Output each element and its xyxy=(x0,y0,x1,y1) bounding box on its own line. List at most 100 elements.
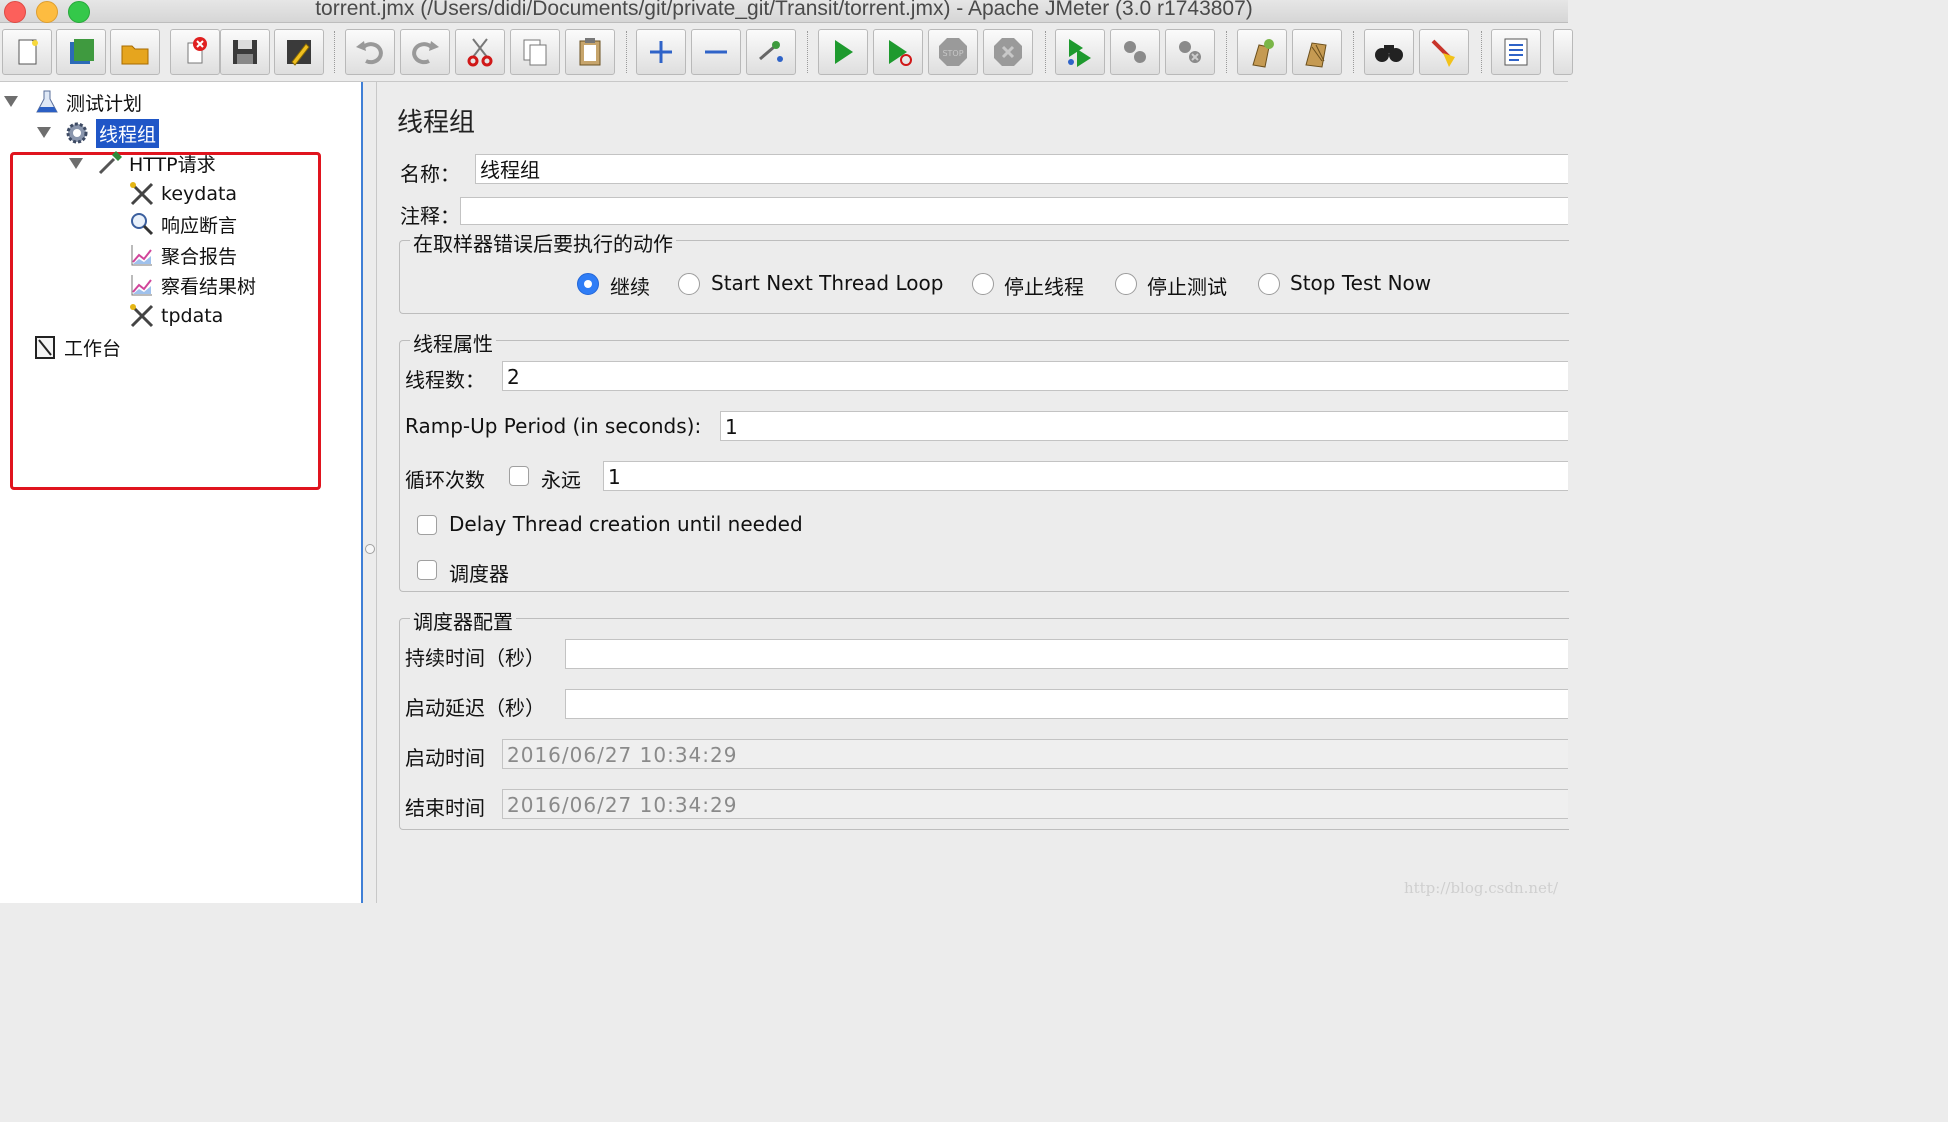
tree-label: keydata xyxy=(161,183,238,205)
radio-stop-thread-label: 停止线程 xyxy=(1004,275,1084,299)
tools-icon xyxy=(127,302,157,330)
radio-stop-test-label: 停止测试 xyxy=(1147,275,1227,299)
thread-properties-title: 线程属性 xyxy=(410,328,496,357)
name-field[interactable]: 线程组 xyxy=(475,154,1568,184)
delay-thread-creation-label: Delay Thread creation until needed xyxy=(449,512,803,536)
expand-arrow-thread-group[interactable] xyxy=(37,127,51,138)
radio-stop-test-now[interactable] xyxy=(1258,273,1280,295)
cut-icon xyxy=(467,38,493,67)
start-no-pause-icon xyxy=(889,40,912,66)
shutdown-icon xyxy=(994,38,1022,66)
close-button[interactable] xyxy=(170,29,220,75)
tree-item-keydata[interactable]: keydata xyxy=(127,180,237,208)
open-button[interactable] xyxy=(110,29,160,75)
start-button[interactable] xyxy=(818,29,868,75)
expand-arrow-test-plan[interactable] xyxy=(4,96,18,107)
clear-icon xyxy=(1252,39,1274,68)
remote-start-all-icon xyxy=(1124,41,1146,63)
watermark: http://blog.csdn.net/ xyxy=(1403,879,1558,897)
save-as-button[interactable] xyxy=(274,29,324,75)
tree-label: 察看结果树 xyxy=(161,275,257,298)
tree-item-view-results-tree[interactable]: 察看结果树 xyxy=(127,271,256,299)
collapse-all-button[interactable] xyxy=(691,29,741,75)
tree-item-tpdata[interactable]: tpdata xyxy=(127,302,223,330)
collapse-icon xyxy=(705,50,727,54)
tree-item-test-plan[interactable]: 测试计划 xyxy=(32,88,142,116)
tree-item-aggregate-report[interactable]: 聚合报告 xyxy=(127,241,237,269)
start-time-field[interactable]: 2016/06/27 10:34:29 xyxy=(502,739,1568,769)
radio-continue-label: 继续 xyxy=(610,275,650,299)
undo-icon xyxy=(356,41,383,65)
startup-delay-field[interactable] xyxy=(565,689,1568,719)
cut-button[interactable] xyxy=(455,29,505,75)
comment-label: 注释： xyxy=(400,204,460,228)
comment-field[interactable] xyxy=(460,197,1568,225)
clear-button[interactable] xyxy=(1237,29,1287,75)
test-plan-tree: 测试计划 线程组 HTTP请求 keydata 响应断言 聚合报告 察看结果树 … xyxy=(0,82,363,903)
redo-button[interactable] xyxy=(400,29,450,75)
toolbar: STOP xyxy=(0,23,1573,82)
expand-all-button[interactable] xyxy=(636,29,686,75)
clear-all-button[interactable] xyxy=(1292,29,1342,75)
new-button[interactable] xyxy=(2,29,52,75)
divider-handle[interactable] xyxy=(365,544,375,554)
tree-label: 测试计划 xyxy=(66,92,143,115)
scheduler-label: 调度器 xyxy=(449,562,509,586)
forever-checkbox[interactable] xyxy=(509,466,529,486)
flask-icon xyxy=(32,88,62,116)
loop-count-field[interactable]: 1 xyxy=(603,461,1568,491)
expand-arrow-http-request[interactable] xyxy=(69,158,83,169)
forever-label: 永远 xyxy=(541,468,581,492)
magnifier-icon xyxy=(127,210,157,238)
radio-continue[interactable] xyxy=(577,273,599,295)
radio-stop-thread[interactable] xyxy=(972,273,994,295)
remote-start-all-button[interactable] xyxy=(1110,29,1160,75)
start-no-pause-button[interactable] xyxy=(873,29,923,75)
scheduler-checkbox[interactable] xyxy=(417,560,437,580)
remote-start-button[interactable] xyxy=(1055,29,1105,75)
startup-delay-label: 启动延迟（秒） xyxy=(405,696,545,720)
undo-button[interactable] xyxy=(345,29,395,75)
delay-thread-creation-checkbox[interactable] xyxy=(417,515,437,535)
tree-label: 聚合报告 xyxy=(161,245,238,268)
svg-text:STOP: STOP xyxy=(942,49,963,58)
radio-stop-test[interactable] xyxy=(1115,273,1137,295)
split-pane-divider[interactable] xyxy=(363,82,377,903)
tree-label-selected: 线程组 xyxy=(96,118,160,148)
duration-label: 持续时间（秒） xyxy=(405,646,545,670)
end-time-field[interactable]: 2016/06/27 10:34:29 xyxy=(502,789,1568,819)
reset-search-button[interactable] xyxy=(1419,29,1469,75)
save-icon xyxy=(233,40,257,64)
tree-item-http-request[interactable]: HTTP请求 xyxy=(95,149,216,177)
toolbar-overflow-button[interactable] xyxy=(1553,29,1573,75)
paste-button[interactable] xyxy=(565,29,615,75)
duration-field[interactable] xyxy=(565,639,1568,669)
remote-stop-button[interactable] xyxy=(1165,29,1215,75)
thread-count-field[interactable]: 2 xyxy=(502,361,1568,391)
tree-label: tpdata xyxy=(161,305,224,327)
open-icon xyxy=(121,45,149,65)
thread-count-label: 线程数： xyxy=(405,368,485,392)
error-action-title: 在取样器错误后要执行的动作 xyxy=(410,228,676,257)
copy-icon xyxy=(523,39,547,66)
tree-label: HTTP请求 xyxy=(129,153,216,176)
copy-button[interactable] xyxy=(510,29,560,75)
tree-item-workbench[interactable]: 工作台 xyxy=(30,333,121,361)
name-label: 名称： xyxy=(400,162,460,186)
templates-button[interactable] xyxy=(56,29,106,75)
radio-start-next-thread-loop[interactable] xyxy=(678,273,700,295)
rampup-field[interactable]: 1 xyxy=(720,411,1568,441)
tree-item-response-assertion[interactable]: 响应断言 xyxy=(127,210,237,238)
function-helper-button[interactable] xyxy=(1491,29,1541,75)
tools-icon xyxy=(127,180,157,208)
save-button[interactable] xyxy=(220,29,270,75)
search-button[interactable] xyxy=(1364,29,1414,75)
toggle-button[interactable] xyxy=(746,29,796,75)
radio-start-next-thread-loop-label: Start Next Thread Loop xyxy=(711,271,944,295)
title-bar: torrent.jmx (/Users/didi/Documents/git/p… xyxy=(0,0,1568,23)
stop-button[interactable]: STOP xyxy=(928,29,978,75)
tree-item-thread-group[interactable]: 线程组 xyxy=(62,118,160,148)
stop-icon: STOP xyxy=(939,38,967,66)
shutdown-button[interactable] xyxy=(983,29,1033,75)
radio-stop-test-now-label: Stop Test Now xyxy=(1290,271,1432,295)
